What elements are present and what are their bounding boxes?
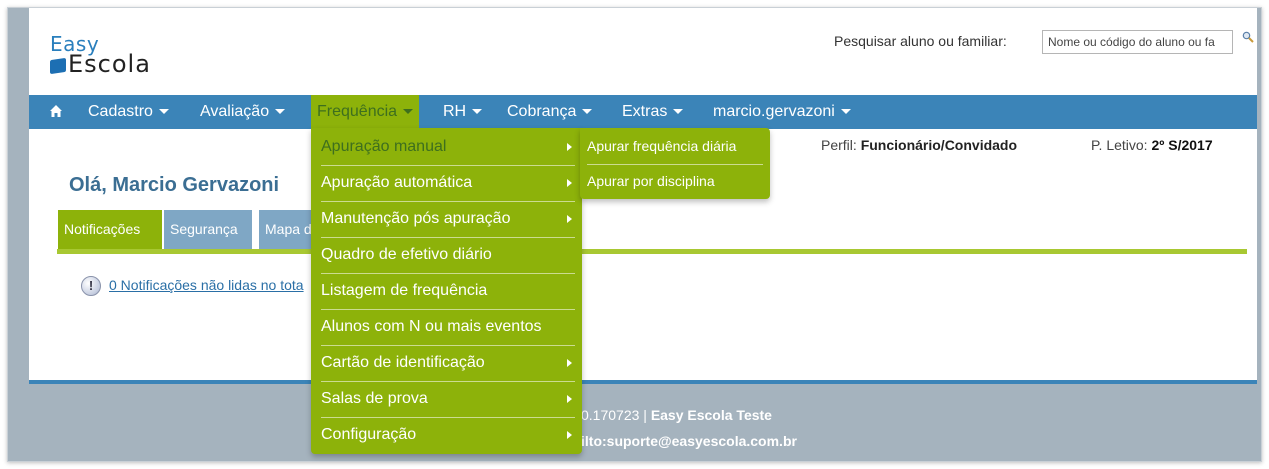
menu-item-configuracao[interactable]: Configuração — [311, 417, 582, 453]
chevron-down-icon — [840, 109, 851, 115]
frequencia-dropdown-menu: Apuração manual Apuração automática Manu… — [311, 128, 582, 454]
nav-extras[interactable]: Extras — [616, 95, 689, 129]
chevron-down-icon — [472, 109, 483, 115]
nav-avaliacao[interactable]: Avaliação — [194, 95, 291, 129]
logo-text-escola: Escola — [68, 50, 151, 78]
menu-item-label: Quadro de efetivo diário — [321, 246, 492, 263]
menu-item-quadro-efetivo[interactable]: Quadro de efetivo diário — [311, 237, 582, 273]
notifications-link[interactable]: 0 Notificações não lidas no tota — [109, 277, 304, 293]
nav-extras-label: Extras — [622, 103, 668, 120]
tab-mapa[interactable]: Mapa d — [259, 210, 319, 249]
tab-notificacoes[interactable]: Notificações — [58, 210, 162, 249]
period-value: 2º S/2017 — [1151, 137, 1213, 153]
nav-avaliacao-label: Avaliação — [200, 103, 270, 120]
chevron-right-icon — [567, 143, 572, 151]
profile-label: Perfil: — [821, 137, 857, 153]
chevron-down-icon — [158, 109, 169, 115]
menu-item-label: Apuração manual — [321, 138, 447, 155]
nav-rh-label: RH — [443, 103, 467, 120]
page-bottom-border — [29, 380, 1257, 384]
main-navbar: Cadastro Avaliação Frequência RH Cobranç… — [29, 95, 1257, 129]
search-icon[interactable] — [1242, 31, 1254, 43]
submenu-item-frequencia-diaria[interactable]: Apurar frequência diária — [580, 129, 770, 164]
logo-book-icon — [50, 57, 66, 75]
chevron-down-icon — [582, 109, 593, 115]
nav-user-label: marcio.gervazoni — [713, 103, 835, 120]
menu-item-label: Cartão de identificação — [321, 354, 485, 371]
chevron-right-icon — [567, 215, 572, 223]
nav-cadastro-label: Cadastro — [88, 103, 153, 120]
menu-item-label: Salas de prova — [321, 390, 428, 407]
school-period-info: P. Letivo: 2º S/2017 — [1091, 137, 1213, 153]
footer-version: 0.170723 | Easy Escola Teste — [581, 407, 772, 423]
nav-frequencia-label: Frequência — [317, 103, 398, 120]
info-icon: ! — [81, 276, 101, 296]
menu-item-label: Alunos com N ou mais eventos — [321, 318, 542, 335]
tab-seguranca[interactable]: Segurança — [164, 210, 252, 249]
menu-item-label: Listagem de frequência — [321, 282, 488, 299]
menu-item-apuracao-manual[interactable]: Apuração manual — [311, 129, 582, 165]
menu-item-alunos-eventos[interactable]: Alunos com N ou mais eventos — [311, 309, 582, 345]
chevron-right-icon — [567, 179, 572, 187]
profile-value: Funcionário/Convidado — [860, 137, 1018, 153]
period-label: P. Letivo: — [1091, 137, 1148, 153]
nav-rh[interactable]: RH — [437, 95, 488, 129]
chevron-down-icon — [275, 109, 286, 115]
submenu-item-por-disciplina[interactable]: Apurar por disciplina — [580, 164, 770, 199]
nav-cobranca[interactable]: Cobrança — [501, 95, 598, 129]
menu-item-salas-prova[interactable]: Salas de prova — [311, 381, 582, 417]
nav-user-menu[interactable]: marcio.gervazoni — [707, 95, 857, 129]
page-title: Olá, Marcio Gervazoni — [69, 174, 280, 196]
search-label: Pesquisar aluno ou familiar: — [834, 33, 1007, 49]
menu-item-label: Manutenção pós apuração — [321, 210, 511, 227]
menu-item-label: Configuração — [321, 426, 417, 443]
search-input[interactable] — [1042, 30, 1233, 54]
menu-item-listagem[interactable]: Listagem de frequência — [311, 273, 582, 309]
chevron-right-icon — [567, 395, 572, 403]
footer-env-name: Easy Escola Teste — [650, 407, 772, 423]
footer-support-link[interactable]: ilto:suporte@easyescola.com.br — [581, 433, 797, 449]
chevron-down-icon — [673, 109, 684, 115]
nav-cadastro[interactable]: Cadastro — [82, 95, 175, 129]
tab-bar-underline — [57, 249, 1247, 254]
chevron-right-icon — [567, 359, 572, 367]
apuracao-manual-submenu: Apurar frequência diária Apurar por disc… — [580, 128, 770, 199]
menu-item-cartao[interactable]: Cartão de identificação — [311, 345, 582, 381]
easy-escola-logo[interactable]: Easy Escola — [50, 32, 195, 78]
menu-item-manutencao[interactable]: Manutenção pós apuração — [311, 201, 582, 237]
home-icon[interactable] — [49, 104, 63, 118]
menu-item-apuracao-automatica[interactable]: Apuração automática — [311, 165, 582, 201]
profile-info: Perfil: Funcionário/Convidado — [821, 137, 1017, 153]
browser-window: Easy Escola Pesquisar aluno ou familiar:… — [7, 7, 1262, 462]
footer-version-text: 0.170723 | — [581, 407, 647, 423]
nav-cobranca-label: Cobrança — [507, 103, 577, 120]
chevron-right-icon — [567, 431, 572, 439]
nav-frequencia[interactable]: Frequência — [311, 95, 420, 129]
menu-item-label: Apuração automática — [321, 174, 473, 191]
chevron-down-icon — [403, 109, 414, 115]
